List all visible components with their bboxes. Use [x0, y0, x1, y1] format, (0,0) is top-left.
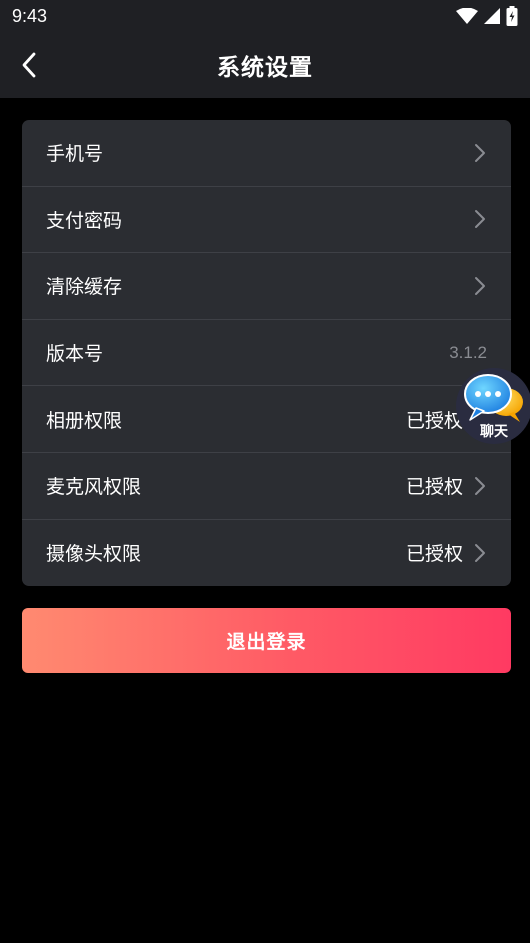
- back-button[interactable]: [14, 50, 44, 80]
- permission-status: 已授权: [405, 543, 463, 566]
- permission-status: 已授权: [405, 409, 463, 432]
- wifi-icon: [456, 8, 478, 24]
- status-bar: 9:43: [0, 0, 530, 32]
- chevron-right-icon: [473, 142, 487, 164]
- settings-item-label: 相册权限: [46, 409, 123, 432]
- settings-item-label: 摄像头权限: [46, 543, 142, 566]
- settings-item-label: 麦克风权限: [46, 476, 142, 499]
- settings-item-camera-permission[interactable]: 摄像头权限 已授权: [22, 520, 511, 586]
- settings-item-version: 版本号 3.1.2: [22, 320, 511, 387]
- version-value: 3.1.2: [449, 342, 487, 362]
- battery-icon: [506, 6, 518, 26]
- page-title: 系统设置: [217, 55, 313, 81]
- settings-item-label: 支付密码: [46, 209, 123, 232]
- settings-item-album-permission[interactable]: 相册权限 已授权: [22, 386, 511, 453]
- settings-item-payment-password[interactable]: 支付密码: [22, 187, 511, 254]
- chevron-right-icon: [473, 208, 487, 230]
- settings-item-phone[interactable]: 手机号: [22, 120, 511, 187]
- chevron-right-icon: [473, 542, 487, 564]
- settings-item-label: 手机号: [46, 143, 104, 166]
- settings-item-microphone-permission[interactable]: 麦克风权限 已授权: [22, 453, 511, 520]
- status-time: 9:43: [12, 5, 48, 26]
- signal-icon: [484, 8, 500, 24]
- settings-item-clear-cache[interactable]: 清除缓存: [22, 253, 511, 320]
- chat-label: 聊天: [480, 424, 508, 440]
- settings-list: 手机号 支付密码 清除缓存 版本号 3.1.2 相册权限 已授权 麦克风权限 已…: [22, 120, 511, 586]
- status-icons: [456, 6, 518, 26]
- chat-floating-button[interactable]: 聊天: [456, 368, 530, 444]
- logout-label: 退出登录: [226, 631, 307, 653]
- back-arrow-icon: [22, 52, 36, 78]
- settings-item-label: 版本号: [46, 343, 104, 366]
- app-bar: 系统设置: [0, 32, 530, 98]
- permission-status: 已授权: [405, 476, 463, 499]
- settings-item-label: 清除缓存: [46, 276, 123, 299]
- logout-button[interactable]: 退出登录: [22, 608, 511, 673]
- chevron-right-icon: [473, 475, 487, 497]
- chevron-right-icon: [473, 275, 487, 297]
- chat-bubble-icon: [464, 374, 523, 422]
